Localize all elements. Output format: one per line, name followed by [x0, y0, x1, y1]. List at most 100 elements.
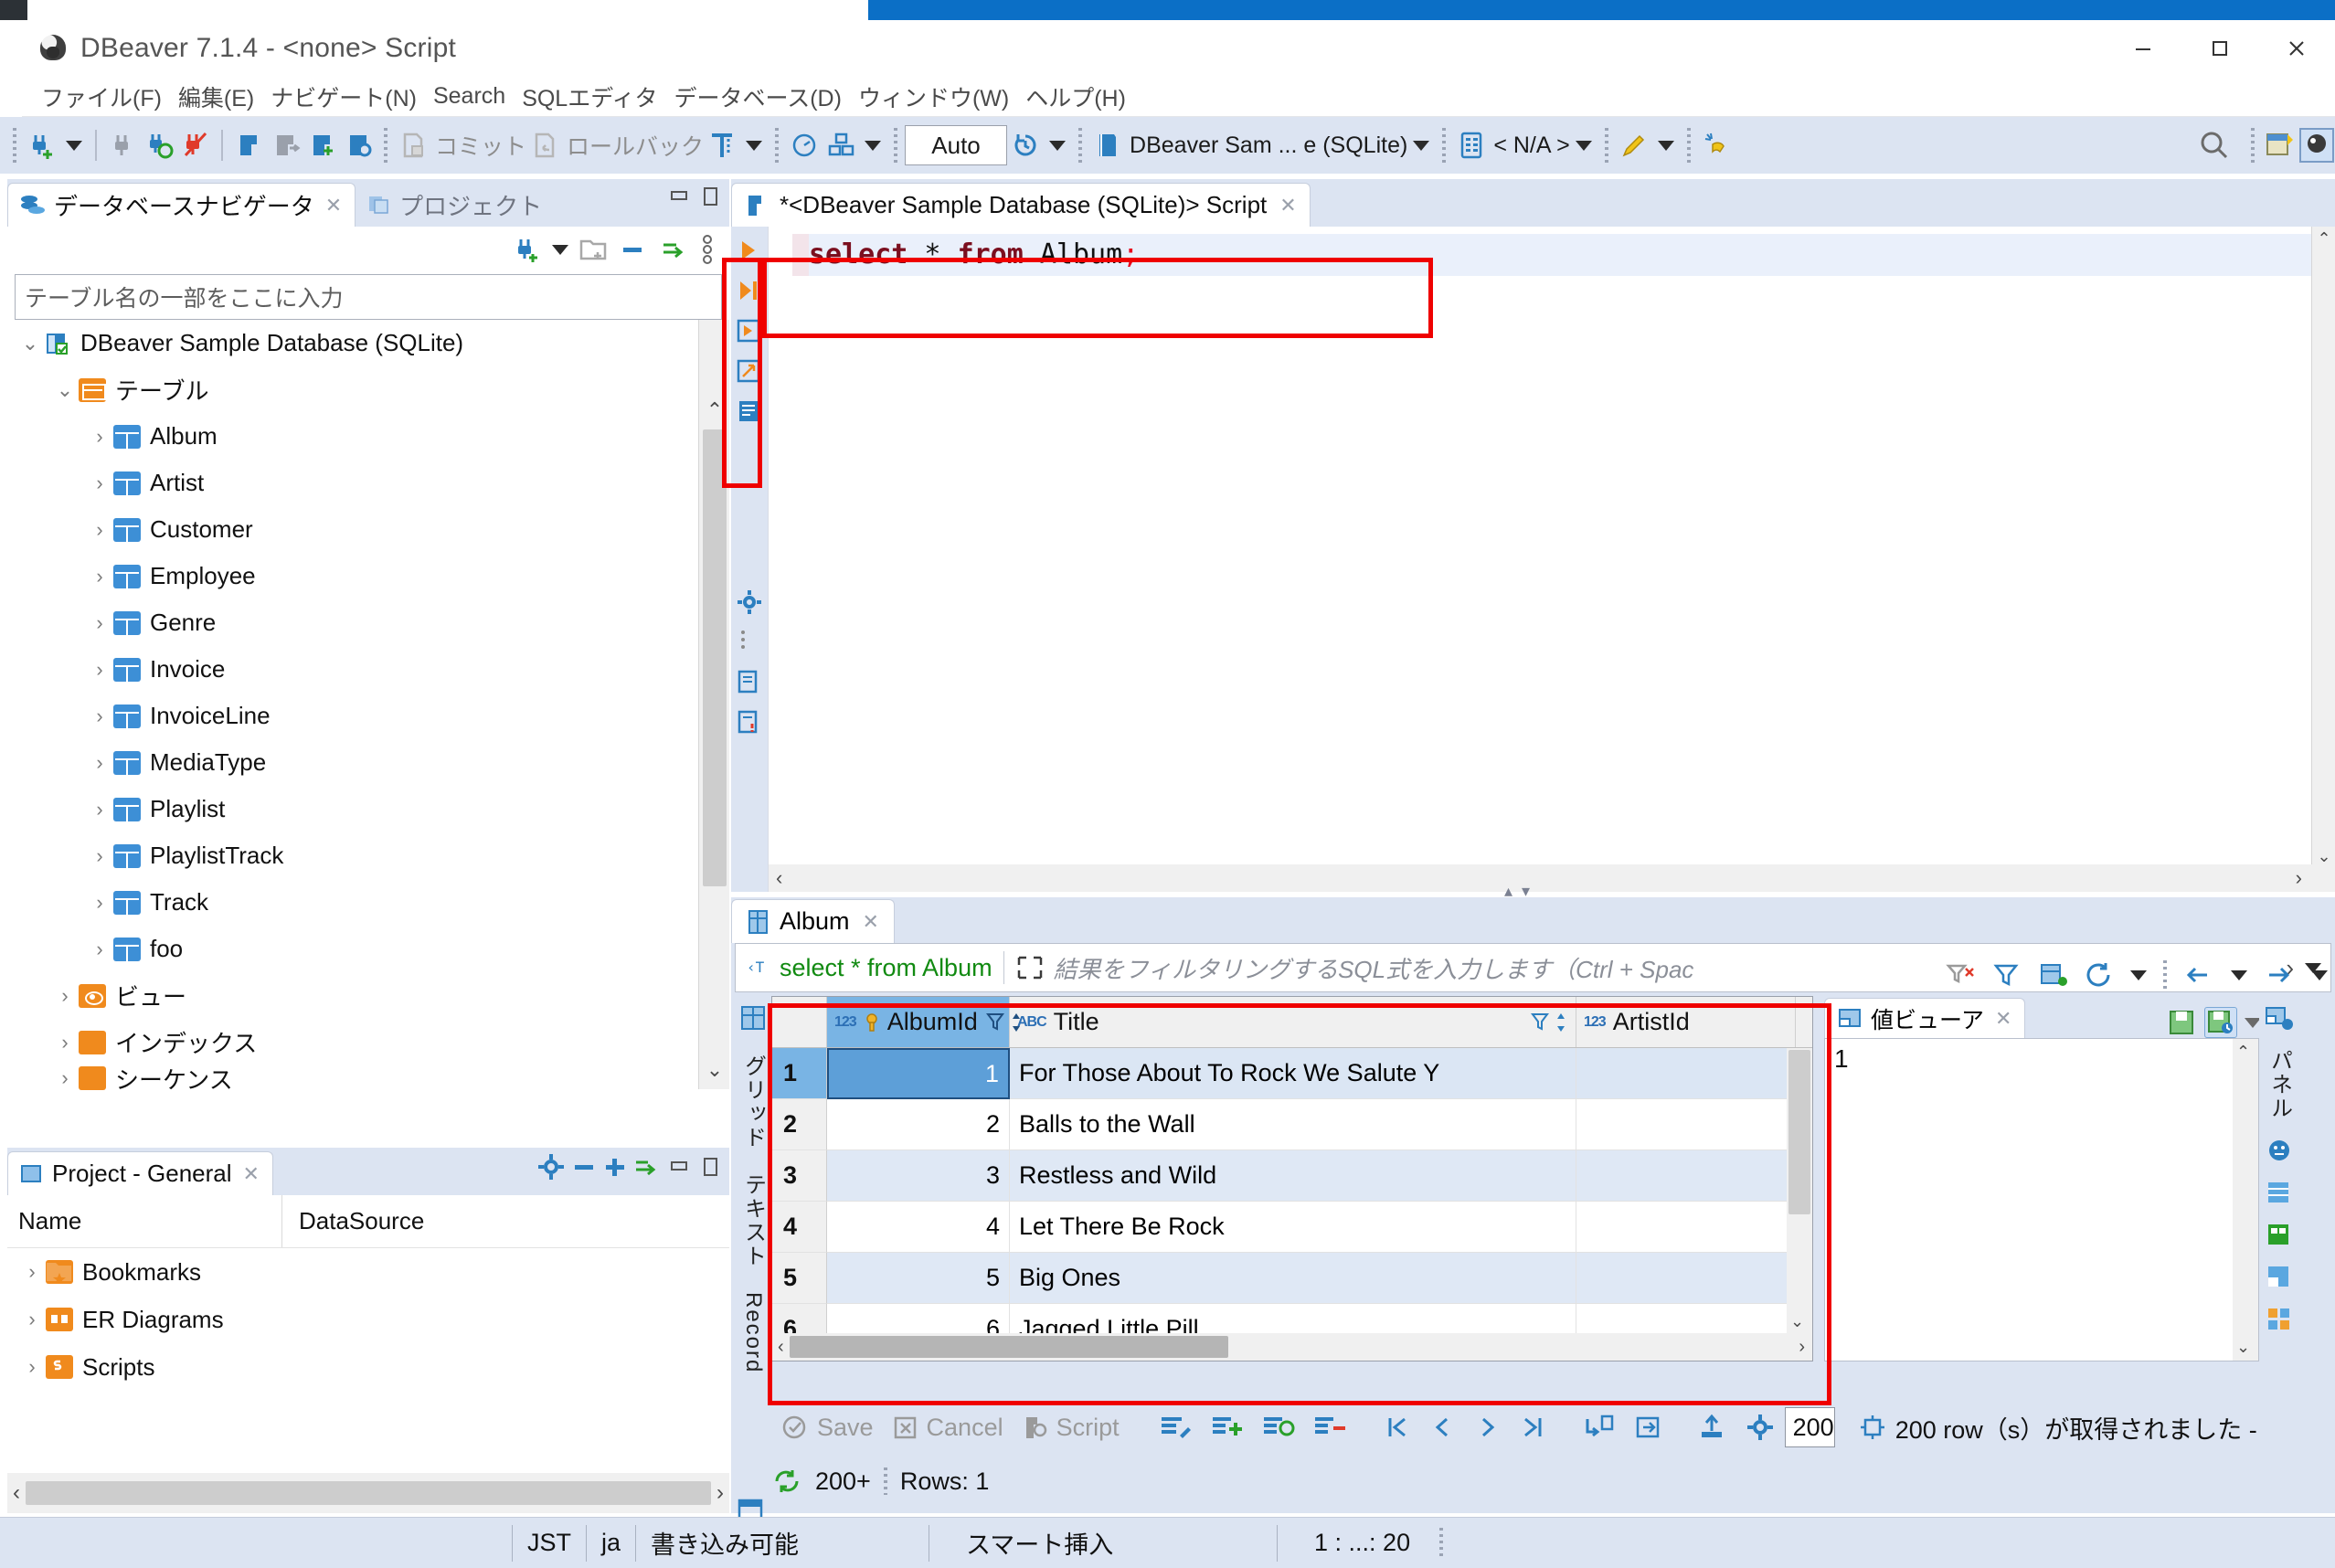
- cell-title[interactable]: Restless and Wild: [1010, 1150, 1576, 1202]
- cell-albumid[interactable]: 4: [827, 1202, 1010, 1253]
- tree-item-tables-folder[interactable]: ⌄ テーブル: [7, 366, 729, 413]
- grid-vertical-scrollbar[interactable]: ⌄: [1787, 1048, 1812, 1333]
- chevron-right-icon[interactable]: ›: [86, 658, 113, 682]
- navigate-forward-dropdown-icon[interactable]: [2311, 969, 2328, 980]
- history-dropdown-icon[interactable]: [1044, 124, 1071, 166]
- tab-project[interactable]: プロジェクト: [356, 183, 556, 227]
- new-connection-nav-dropdown-icon[interactable]: [552, 244, 568, 255]
- invalidate-connection-icon[interactable]: [177, 124, 214, 166]
- tree-item-employee[interactable]: › Employee: [7, 553, 729, 599]
- execute-new-tab-icon[interactable]: [736, 318, 763, 345]
- project-row-bookmarks[interactable]: › Bookmarks: [7, 1248, 729, 1296]
- sql-code-area[interactable]: select * from Album; ⌃ ⌄ ‹ ›: [768, 227, 2335, 892]
- scroll-up-arrow-icon[interactable]: ⌃: [2314, 228, 2334, 249]
- new-connection-icon[interactable]: [24, 124, 60, 166]
- minimize-button[interactable]: [2105, 20, 2181, 77]
- last-row-icon[interactable]: [1511, 1414, 1556, 1441]
- tab-result-album[interactable]: Album ✕: [731, 899, 895, 943]
- minimize-panel-icon[interactable]: [665, 183, 693, 210]
- metadata-panel-icon[interactable]: [2266, 1223, 2293, 1248]
- value-viewer-body[interactable]: 1 ⌃ ⌄: [1824, 1038, 2259, 1361]
- close-icon[interactable]: ✕: [243, 1162, 260, 1186]
- tree-item-artist[interactable]: › Artist: [7, 460, 729, 506]
- view-menu-icon[interactable]: [698, 231, 716, 268]
- chevron-right-icon[interactable]: ›: [86, 565, 113, 588]
- scroll-down-arrow-icon[interactable]: ⌄: [2236, 1338, 2250, 1357]
- tree-item-database[interactable]: ⌄ DBeaver Sample Database (SQLite): [7, 320, 729, 366]
- cell-artistid[interactable]: [1576, 1253, 1796, 1304]
- tree-item-invoice[interactable]: › Invoice: [7, 646, 729, 693]
- history-icon[interactable]: [1007, 124, 1044, 166]
- edit-cell-icon[interactable]: [1151, 1414, 1202, 1441]
- presentation-tab-text[interactable]: テキスト: [738, 1173, 769, 1268]
- sql-code-line[interactable]: select * from Album;: [809, 234, 2335, 276]
- auto-save-value-icon[interactable]: [2204, 1007, 2237, 1038]
- maximize-panel-icon[interactable]: [696, 183, 724, 210]
- tree-item-track[interactable]: › Track: [7, 879, 729, 926]
- transaction-monitor-icon[interactable]: [786, 124, 823, 166]
- minimize-panel-icon[interactable]: [665, 1153, 693, 1181]
- table-row[interactable]: 4 4 Let There Be Rock: [772, 1202, 1812, 1253]
- grid-panel-icon[interactable]: [2266, 1181, 2293, 1206]
- duplicate-row-icon[interactable]: [1253, 1414, 1304, 1441]
- scroll-thumb[interactable]: [703, 429, 727, 886]
- menu-item-window[interactable]: ウィンドウ(W): [850, 80, 1017, 113]
- close-icon[interactable]: ✕: [1995, 1007, 2011, 1031]
- scroll-down-arrow-icon[interactable]: ⌄: [699, 1054, 730, 1086]
- chevron-right-icon[interactable]: ›: [86, 844, 113, 868]
- new-folder-icon[interactable]: [578, 234, 609, 265]
- menu-item-edit[interactable]: 編集(E): [170, 80, 262, 113]
- save-button[interactable]: Save: [771, 1414, 883, 1442]
- delete-row-icon[interactable]: [1304, 1414, 1355, 1441]
- link-with-editor-icon[interactable]: [658, 234, 689, 265]
- perspective-dbeaver-icon[interactable]: [2298, 124, 2335, 166]
- refresh-results-icon[interactable]: [2085, 961, 2114, 989]
- row-number[interactable]: 3: [772, 1150, 827, 1202]
- execute-script-icon[interactable]: [736, 278, 763, 305]
- database-selector-icon[interactable]: [1089, 124, 1126, 166]
- tab-database-navigator[interactable]: データベースナビゲータ ✕: [7, 183, 356, 227]
- scroll-thumb[interactable]: [26, 1481, 711, 1505]
- gear-icon[interactable]: [536, 1151, 567, 1182]
- collapse-all-icon[interactable]: [570, 1153, 598, 1181]
- row-number[interactable]: 4: [772, 1202, 827, 1253]
- new-connection-dropdown-icon[interactable]: [60, 124, 88, 166]
- link-with-editor-icon[interactable]: [632, 1153, 662, 1181]
- menu-item-sqleditor[interactable]: SQLエディタ: [514, 80, 665, 113]
- fetch-all-icon[interactable]: [1624, 1414, 1673, 1441]
- execute-plan-icon[interactable]: [736, 398, 763, 426]
- refresh-connection-icon[interactable]: [141, 124, 177, 166]
- cell-title[interactable]: For Those About To Rock We Salute Y: [1010, 1048, 1576, 1099]
- table-row[interactable]: 5 5 Big Ones: [772, 1253, 1812, 1304]
- cell-albumid[interactable]: 2: [827, 1099, 1010, 1150]
- presentation-tab-record[interactable]: Record: [740, 1292, 766, 1373]
- references-panel-icon[interactable]: [2266, 1307, 2293, 1332]
- tree-item-foo[interactable]: › foo: [7, 926, 729, 972]
- editor-results-sash[interactable]: ▴ ▾: [1490, 882, 1544, 900]
- project-row-scripts[interactable]: › Scripts: [7, 1343, 729, 1391]
- navigate-forward-icon[interactable]: [2264, 962, 2295, 988]
- maximize-button[interactable]: [2181, 20, 2258, 77]
- sql-editor-search-icon[interactable]: [340, 124, 377, 166]
- chevron-right-icon[interactable]: ›: [86, 611, 113, 635]
- scroll-right-arrow-icon[interactable]: ›: [2296, 866, 2335, 890]
- tree-item-views-folder[interactable]: › ビュー: [7, 972, 729, 1019]
- chevron-right-icon[interactable]: ›: [18, 1260, 46, 1284]
- column-header-name[interactable]: Name: [7, 1207, 281, 1235]
- table-row[interactable]: 2 2 Balls to the Wall: [772, 1099, 1812, 1150]
- presentation-tab-grid[interactable]: グリッド: [738, 1054, 769, 1150]
- filter-icon[interactable]: [1530, 1011, 1550, 1034]
- sort-icon[interactable]: [1554, 1011, 1568, 1034]
- next-row-icon[interactable]: [1465, 1414, 1511, 1441]
- chevron-right-icon[interactable]: ›: [18, 1308, 46, 1331]
- save-value-icon[interactable]: [2168, 1009, 2197, 1036]
- cell-title[interactable]: Big Ones: [1010, 1253, 1576, 1304]
- export-data-icon[interactable]: [1688, 1414, 1735, 1441]
- navigator-filter-input[interactable]: テーブル名の一部をここに入力: [15, 274, 722, 320]
- grid-corner-cell[interactable]: [772, 997, 827, 1047]
- sql-settings-gear-icon[interactable]: [736, 588, 763, 616]
- fetch-size-input[interactable]: 200: [1784, 1407, 1835, 1447]
- highlight-pen-icon[interactable]: [1616, 124, 1652, 166]
- scroll-right-arrow-icon[interactable]: ›: [716, 1480, 724, 1506]
- table-row[interactable]: 3 3 Restless and Wild: [772, 1150, 1812, 1202]
